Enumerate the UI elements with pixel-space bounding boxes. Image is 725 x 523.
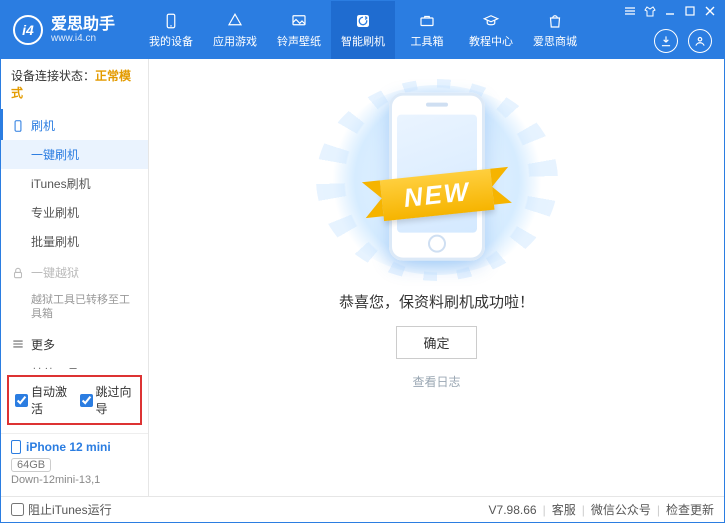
nav-toolbox[interactable]: 工具箱 xyxy=(395,1,459,59)
device-name[interactable]: iPhone 12 mini xyxy=(11,440,138,454)
brand-logo-icon: i4 xyxy=(13,15,43,45)
side-other-tools[interactable]: 其他工具 xyxy=(1,359,148,369)
graduation-icon xyxy=(482,12,500,30)
user-button[interactable] xyxy=(688,29,712,53)
check-update-link[interactable]: 检查更新 xyxy=(666,501,714,518)
device-phone-icon xyxy=(11,440,21,454)
nav-mall[interactable]: 爱思商城 xyxy=(523,1,587,59)
phone-small-icon xyxy=(11,119,25,133)
main-panel: NEW 恭喜您，保资料刷机成功啦！ 确定 查看日志 xyxy=(149,59,724,496)
brand-url: www.i4.cn xyxy=(51,33,115,44)
statusbar: 阻止iTunes运行 V7.98.66 | 客服 | 微信公众号 | 检查更新 xyxy=(1,496,724,522)
main-nav: 我的设备 应用游戏 铃声壁纸 智能刷机 工具箱 教程中心 xyxy=(139,1,587,59)
sidebar: 设备连接状态：正常模式 刷机 一键刷机 iTunes刷机 专业刷机 批量刷机 一… xyxy=(1,59,149,496)
close-button[interactable] xyxy=(704,5,716,17)
nav-flash[interactable]: 智能刷机 xyxy=(331,1,395,59)
sidegroup-jailbreak[interactable]: 一键越狱 xyxy=(1,256,148,287)
side-jailbreak-note: 越狱工具已转移至工具箱 xyxy=(1,287,148,328)
menu-icon[interactable] xyxy=(624,5,636,17)
connection-status: 设备连接状态：正常模式 xyxy=(1,59,148,109)
device-storage: 64GB xyxy=(11,458,51,472)
window-controls xyxy=(624,5,716,17)
sidegroup-more[interactable]: 更多 xyxy=(1,328,148,359)
nav-my-device[interactable]: 我的设备 xyxy=(139,1,203,59)
nav-tutorial[interactable]: 教程中心 xyxy=(459,1,523,59)
side-pro-flash[interactable]: 专业刷机 xyxy=(1,198,148,227)
device-sub: Down-12mini-13,1 xyxy=(11,474,138,486)
device-info: iPhone 12 mini 64GB Down-12mini-13,1 xyxy=(1,433,148,496)
more-icon xyxy=(11,337,25,351)
wallpaper-icon xyxy=(290,12,308,30)
sidegroup-flash[interactable]: 刷机 xyxy=(1,109,148,140)
block-itunes-check[interactable]: 阻止iTunes运行 xyxy=(11,501,112,518)
maximize-button[interactable] xyxy=(684,5,696,17)
bag-icon xyxy=(546,12,564,30)
wechat-link[interactable]: 微信公众号 xyxy=(591,501,651,518)
side-oneclick-flash[interactable]: 一键刷机 xyxy=(1,140,148,169)
check-auto-activate[interactable]: 自动激活 xyxy=(15,383,70,417)
apps-icon xyxy=(226,12,244,30)
success-message: 恭喜您，保资料刷机成功啦！ xyxy=(339,291,534,312)
nav-ringtone[interactable]: 铃声壁纸 xyxy=(267,1,331,59)
brand-name: 爱思助手 xyxy=(51,16,115,34)
ok-button[interactable]: 确定 xyxy=(396,326,476,359)
lock-icon xyxy=(11,266,25,280)
side-batch-flash[interactable]: 批量刷机 xyxy=(1,227,148,256)
view-log-link[interactable]: 查看日志 xyxy=(412,373,460,390)
service-link[interactable]: 客服 xyxy=(552,501,576,518)
check-skip-guide[interactable]: 跳过向导 xyxy=(80,383,135,417)
minimize-button[interactable] xyxy=(664,5,676,17)
nav-apps[interactable]: 应用游戏 xyxy=(203,1,267,59)
side-itunes-flash[interactable]: iTunes刷机 xyxy=(1,169,148,198)
titlebar: i4 爱思助手 www.i4.cn 我的设备 应用游戏 铃声壁纸 智能刷机 xyxy=(1,1,724,59)
success-illustration: NEW xyxy=(322,85,552,275)
option-checkboxes: 自动激活 跳过向导 xyxy=(7,375,142,425)
version-label: V7.98.66 xyxy=(489,503,537,517)
skin-icon[interactable] xyxy=(644,5,656,17)
download-button[interactable] xyxy=(654,29,678,53)
brand: i4 爱思助手 www.i4.cn xyxy=(13,15,115,45)
phone-icon xyxy=(162,12,180,30)
toolbox-icon xyxy=(418,12,436,30)
refresh-icon xyxy=(354,12,372,30)
